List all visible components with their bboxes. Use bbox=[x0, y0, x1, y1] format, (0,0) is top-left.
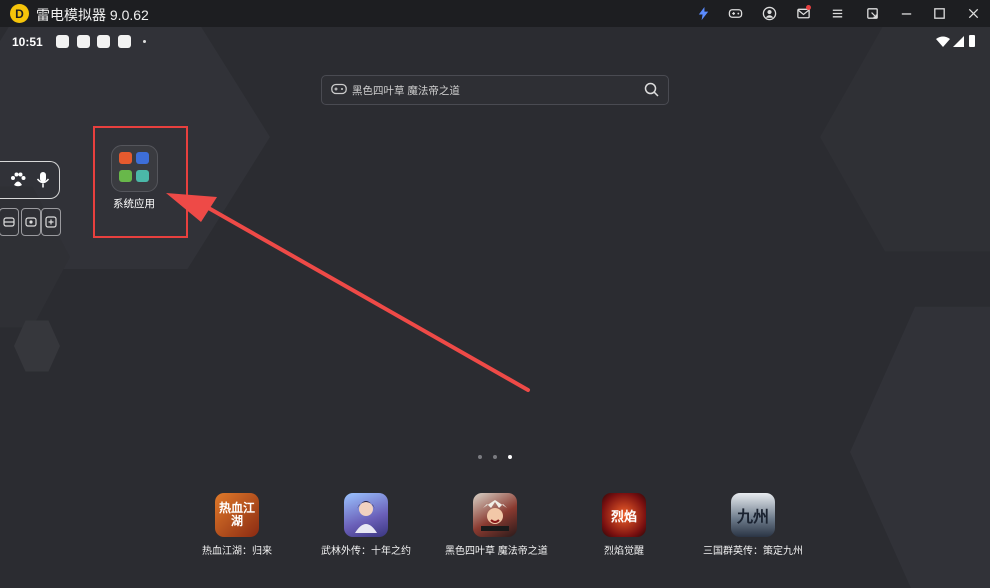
app-icon[interactable]: 九州 bbox=[731, 493, 775, 537]
window-icon bbox=[866, 8, 878, 19]
mail-button[interactable] bbox=[786, 0, 820, 27]
app-label: 武林外传：十年之约 bbox=[321, 546, 411, 557]
dock-app-sanguoqunyingzhuan[interactable]: 九州 三国群英传：策定九州 bbox=[703, 493, 803, 557]
app-icon[interactable]: 热血江湖 bbox=[215, 493, 259, 537]
page-indicator-dot[interactable] bbox=[478, 455, 482, 459]
minimize-icon bbox=[901, 13, 911, 15]
app-icon[interactable]: 烈焰 bbox=[602, 493, 646, 537]
window-mode-button[interactable] bbox=[855, 0, 889, 27]
close-button[interactable] bbox=[956, 0, 990, 27]
dock-app-heisesiyecao[interactable]: 黑色四叶草 魔法帝之道 bbox=[445, 493, 548, 557]
maximize-icon bbox=[933, 8, 945, 19]
minimize-button[interactable] bbox=[889, 0, 923, 27]
app-title: 雷电模拟器 9.0.62 bbox=[36, 7, 149, 23]
page-indicator-dot[interactable] bbox=[493, 455, 497, 459]
user-icon bbox=[762, 6, 776, 21]
dock-app-lieyanjuexing[interactable]: 烈焰 烈焰觉醒 bbox=[574, 493, 674, 557]
gamepad-icon bbox=[728, 9, 742, 18]
app-logo-icon: D bbox=[10, 4, 29, 23]
unread-dot bbox=[806, 5, 811, 10]
maximize-button[interactable] bbox=[922, 0, 956, 27]
app-label: 烈焰觉醒 bbox=[604, 546, 644, 557]
character-portrait-icon bbox=[355, 501, 377, 533]
android-home-screen: 10:51 黑色四叶草 魔法帝之道 系统应用 热血江湖 热血江湖：归来 武林外传… bbox=[0, 27, 990, 588]
app-icon[interactable] bbox=[344, 493, 388, 537]
character-portrait-icon bbox=[481, 500, 509, 531]
page-indicator-dot-active[interactable] bbox=[508, 455, 512, 459]
app-icon[interactable] bbox=[473, 493, 517, 537]
title-bar: D 雷电模拟器 9.0.62 bbox=[0, 0, 990, 27]
dock-app-rexuejianghu[interactable]: 热血江湖 热血江湖：归来 bbox=[187, 493, 287, 557]
app-label: 热血江湖：归来 bbox=[202, 546, 272, 557]
lightning-button[interactable] bbox=[686, 0, 720, 27]
menu-icon bbox=[832, 9, 842, 18]
close-icon bbox=[968, 8, 978, 19]
app-label: 黑色四叶草 魔法帝之道 bbox=[445, 546, 548, 557]
account-button[interactable] bbox=[752, 0, 786, 27]
dock-app-wulinwaizhuan[interactable]: 武林外传：十年之约 bbox=[316, 493, 416, 557]
gamepad-button[interactable] bbox=[718, 0, 752, 27]
emulator-window: D 雷电模拟器 9.0.62 10:51 黑色四叶草 魔法帝之道 系统应用 热血… bbox=[0, 0, 990, 588]
app-label: 三国群英传：策定九州 bbox=[703, 546, 803, 557]
lightning-icon bbox=[698, 6, 708, 21]
menu-button[interactable] bbox=[820, 0, 854, 27]
